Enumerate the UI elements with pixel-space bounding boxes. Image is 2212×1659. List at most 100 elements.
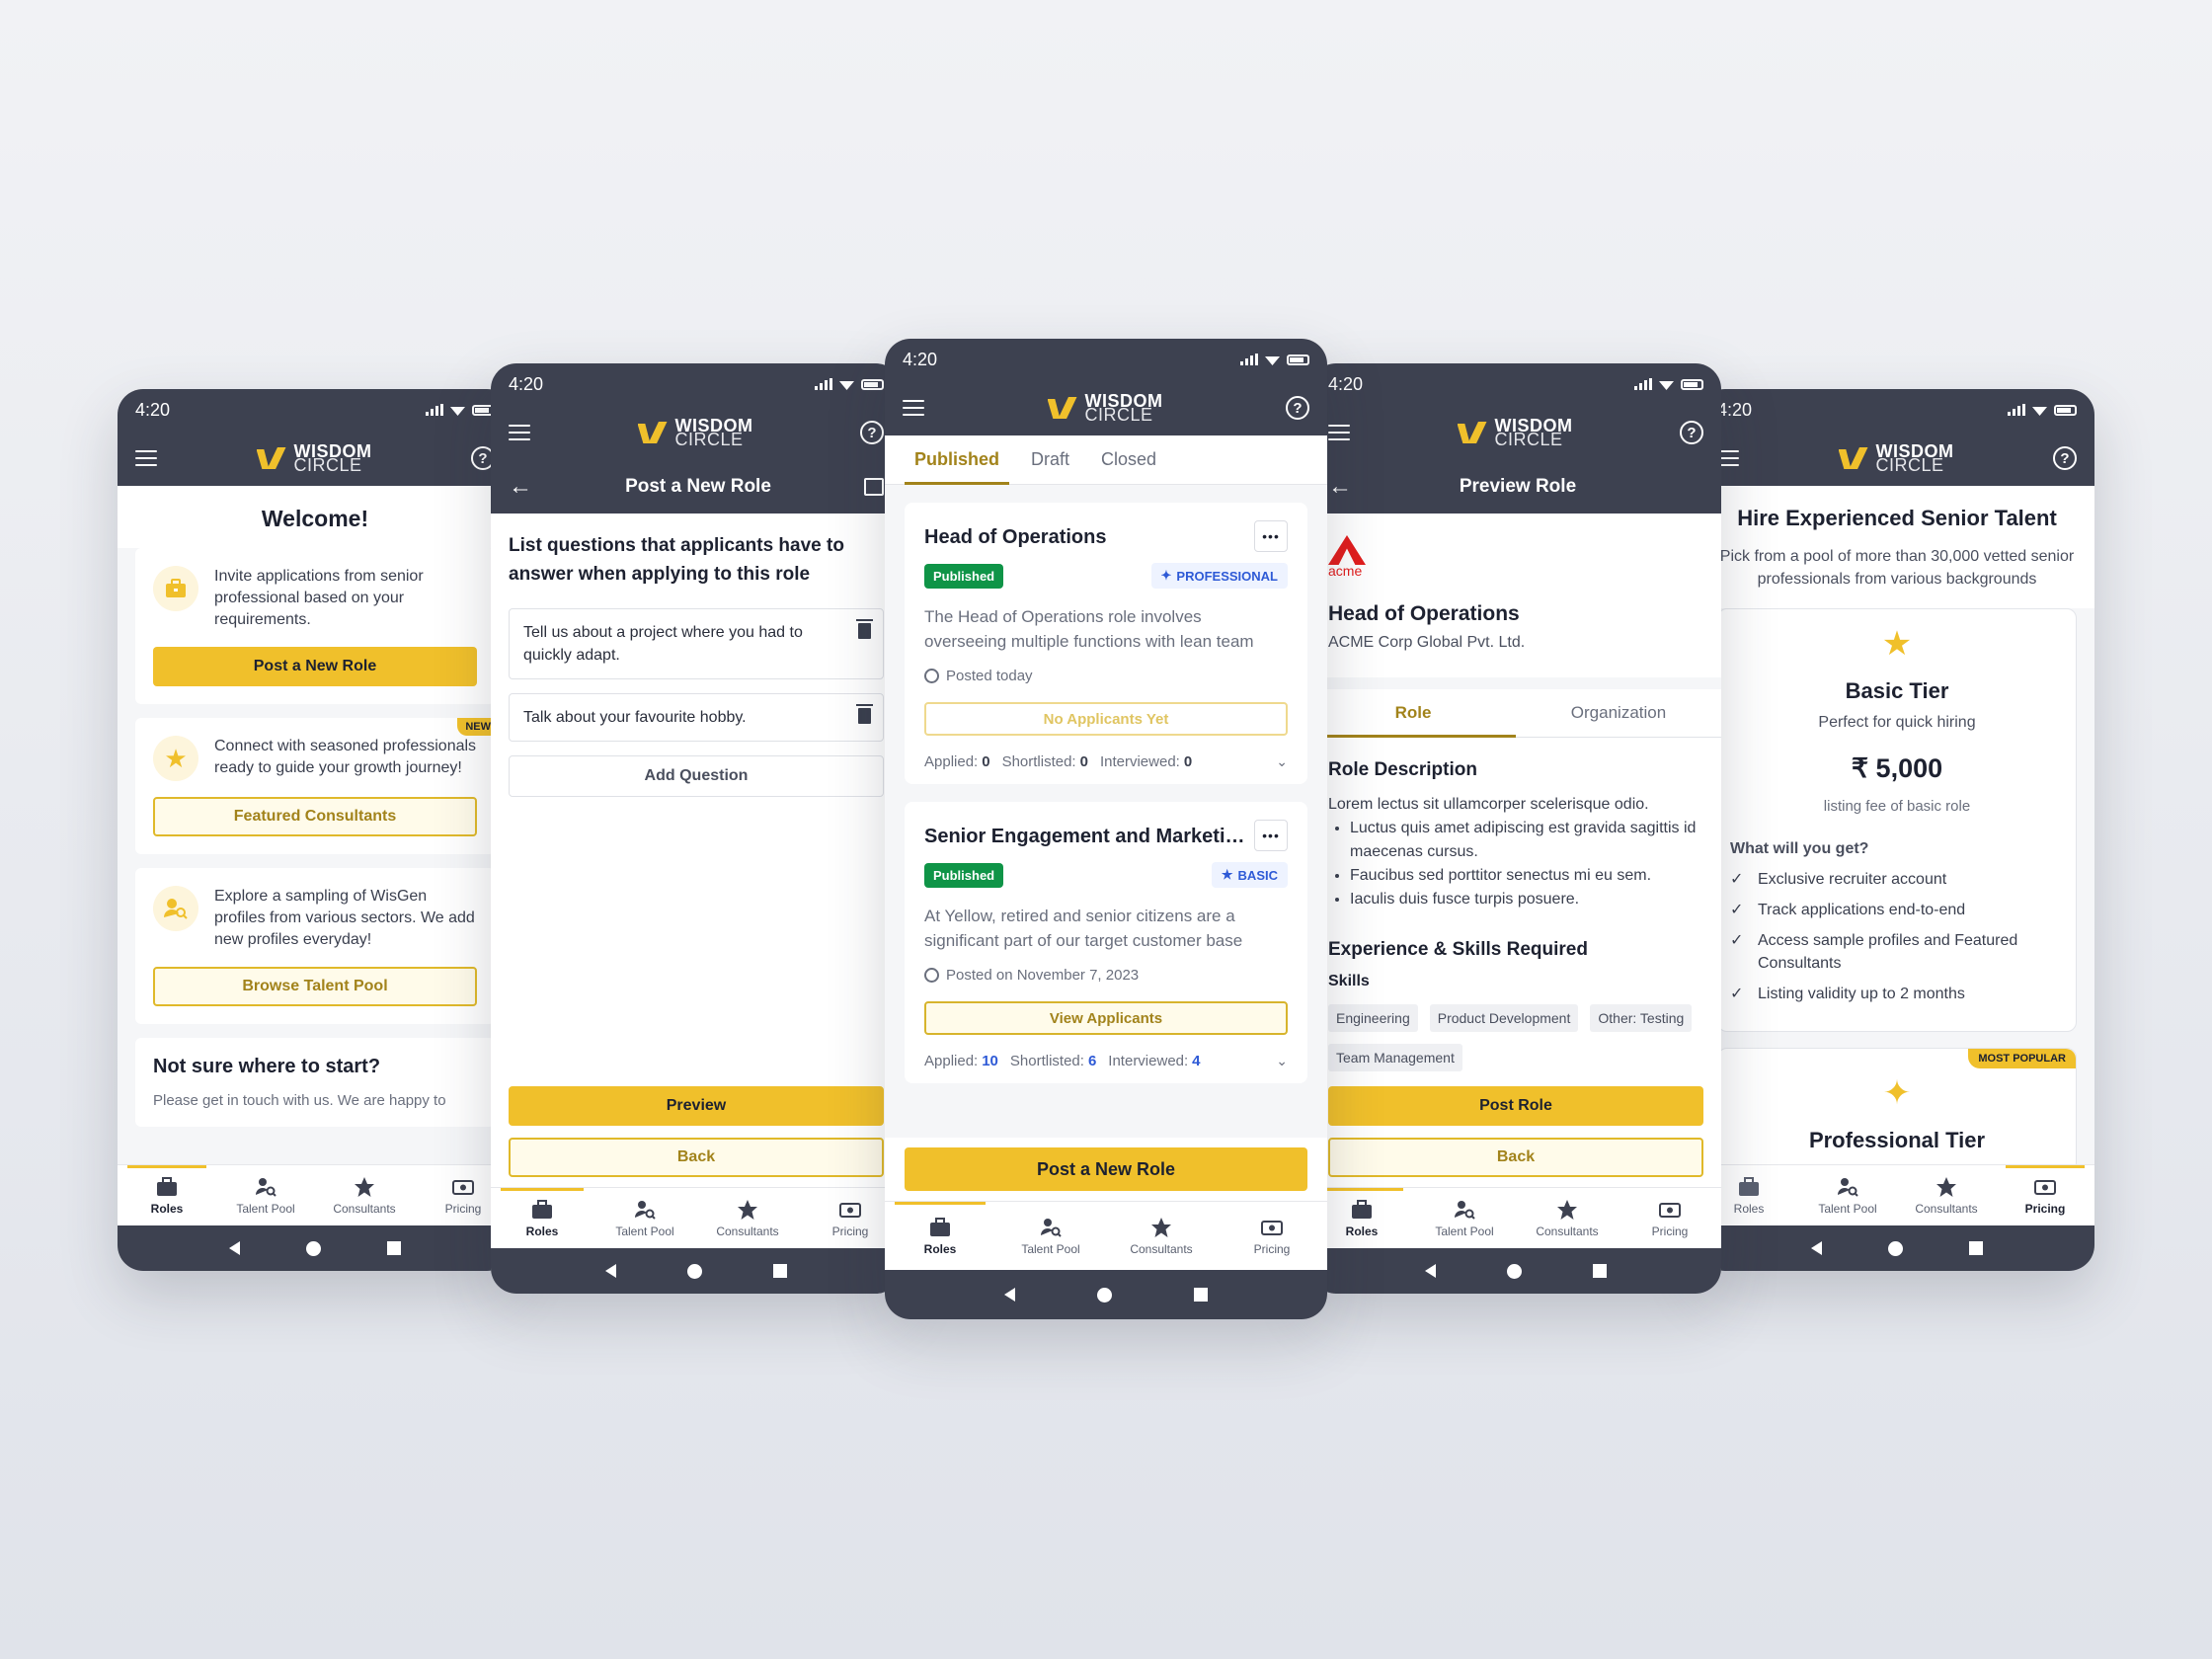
tab-role[interactable]: Role (1310, 689, 1516, 738)
trash-icon[interactable] (856, 619, 873, 639)
role-card[interactable]: Senior Engagement and Marketing ••• Publ… (905, 802, 1307, 1083)
back-icon[interactable] (1004, 1288, 1016, 1302)
list-icon[interactable] (863, 478, 884, 496)
back-arrow-icon[interactable]: ← (509, 473, 532, 501)
nav-consultants[interactable]: Consultants (1106, 1202, 1217, 1270)
trash-icon[interactable] (856, 704, 873, 724)
professional-tier-card[interactable]: MOST POPULAR ✦ Professional Tier (1717, 1048, 2077, 1164)
nav-roles[interactable]: Roles (491, 1188, 593, 1248)
recents-icon[interactable] (773, 1264, 787, 1278)
nav-pricing[interactable]: Pricing (1217, 1202, 1327, 1270)
nav-consultants[interactable]: Consultants (1516, 1188, 1619, 1248)
post-role-button[interactable]: Post Role (1328, 1086, 1703, 1126)
nav-label: Consultants (1915, 1201, 1978, 1216)
nav-pricing[interactable]: Pricing (1619, 1188, 1721, 1248)
more-options-icon[interactable]: ••• (1254, 520, 1288, 552)
question-field[interactable]: Tell us about a project where you had to… (509, 608, 884, 679)
back-icon[interactable] (1425, 1264, 1436, 1278)
user-search-icon (1838, 1177, 1858, 1197)
nav-consultants[interactable]: Consultants (1897, 1165, 1996, 1225)
help-icon[interactable]: ? (1680, 421, 1703, 444)
home-icon[interactable] (687, 1263, 702, 1279)
tab-organization[interactable]: Organization (1516, 689, 1721, 737)
logo-mark-icon (1839, 447, 1868, 469)
wifi-icon (450, 407, 465, 416)
tier-badge: ★ BASIC (1211, 862, 1288, 888)
recents-icon[interactable] (1593, 1264, 1607, 1278)
interviewed-stat: Interviewed: 4 (1108, 1053, 1201, 1069)
skill-tag: Product Development (1429, 1004, 1579, 1032)
tab-closed[interactable]: Closed (1085, 435, 1172, 484)
menu-icon[interactable] (509, 425, 530, 440)
app-bar: WISDOM CIRCLE ? (118, 431, 513, 486)
chevron-down-icon[interactable]: ⌄ (1276, 753, 1288, 770)
menu-icon[interactable] (903, 400, 924, 416)
nav-label: Talent Pool (615, 1224, 674, 1238)
view-applicants-button[interactable]: View Applicants (924, 1001, 1288, 1035)
bottom-nav: Roles Talent Pool Consultants Pricing (1699, 1164, 2094, 1225)
more-options-icon[interactable]: ••• (1254, 820, 1288, 851)
nav-talent-pool[interactable]: Talent Pool (995, 1202, 1106, 1270)
back-button[interactable]: Back (1328, 1138, 1703, 1177)
home-icon[interactable] (1507, 1263, 1522, 1279)
brand-line2: CIRCLE (1494, 430, 1563, 449)
recents-icon[interactable] (386, 1241, 401, 1255)
back-icon[interactable] (229, 1241, 241, 1255)
back-icon[interactable] (605, 1264, 616, 1278)
add-question-button[interactable]: Add Question (509, 755, 884, 797)
help-icon[interactable]: ? (1286, 396, 1309, 420)
nav-label: Talent Pool (1435, 1224, 1494, 1238)
nav-consultants[interactable]: Consultants (315, 1165, 414, 1225)
back-button[interactable]: Back (509, 1138, 884, 1177)
tab-draft[interactable]: Draft (1015, 435, 1085, 484)
status-time: 4:20 (1717, 399, 1753, 420)
questions-heading: List questions that applicants have to a… (491, 514, 902, 608)
nav-label: Talent Pool (1021, 1241, 1080, 1256)
posted-text: Posted on November 7, 2023 (946, 967, 1140, 984)
nav-consultants[interactable]: Consultants (696, 1188, 799, 1248)
star-icon (1151, 1217, 1171, 1237)
logo-mark-icon (1048, 397, 1077, 419)
home-icon[interactable] (1887, 1240, 1903, 1256)
back-arrow-icon[interactable]: ← (1328, 473, 1352, 501)
basic-tier-card[interactable]: ★ Basic Tier Perfect for quick hiring ₹ … (1717, 608, 2077, 1032)
logo-mark-icon (1458, 422, 1487, 443)
nav-talent-pool[interactable]: Talent Pool (216, 1165, 315, 1225)
nav-roles[interactable]: Roles (118, 1165, 216, 1225)
nav-talent-pool[interactable]: Talent Pool (593, 1188, 696, 1248)
briefcase-icon (532, 1199, 552, 1219)
help-icon[interactable]: ? (2053, 446, 2077, 470)
nav-roles[interactable]: Roles (885, 1202, 995, 1270)
posted-info: Posted today (924, 668, 1288, 684)
posted-text: Posted today (946, 668, 1033, 684)
question-field[interactable]: Talk about your favourite hobby. (509, 693, 884, 742)
talent-pool-card: Explore a sampling of WisGen profiles fr… (135, 868, 495, 1024)
chevron-down-icon[interactable]: ⌄ (1276, 1053, 1288, 1069)
home-icon[interactable] (1096, 1287, 1112, 1303)
section-title: Role Description (1328, 759, 1477, 780)
recents-icon[interactable] (1968, 1241, 1983, 1255)
menu-icon[interactable] (135, 450, 157, 466)
featured-consultants-button[interactable]: Featured Consultants (153, 797, 477, 836)
preview-button[interactable]: Preview (509, 1086, 884, 1126)
battery-icon (1681, 378, 1703, 390)
tab-published[interactable]: Published (899, 435, 1015, 485)
welcome-content: Welcome! Invite applications from senior… (118, 486, 513, 1164)
tier-price: ₹ 5,000 (1851, 753, 1943, 783)
page-title: Welcome! (118, 486, 513, 548)
nav-talent-pool[interactable]: Talent Pool (1413, 1188, 1516, 1248)
menu-icon[interactable] (1328, 425, 1350, 440)
nav-pricing[interactable]: Pricing (1996, 1165, 2094, 1225)
recents-icon[interactable] (1193, 1288, 1208, 1302)
help-section: Not sure where to start? Please get in t… (135, 1038, 495, 1127)
action-bar: Post Role Back (1310, 1074, 1721, 1187)
home-icon[interactable] (305, 1240, 321, 1256)
help-icon[interactable]: ? (860, 421, 884, 444)
post-role-button[interactable]: Post a New Role (905, 1147, 1307, 1191)
role-card[interactable]: Head of Operations ••• Published ✦ PROFESS… (905, 503, 1307, 784)
back-icon[interactable] (1811, 1241, 1823, 1255)
wifi-icon (1265, 356, 1280, 365)
post-role-button[interactable]: Post a New Role (153, 647, 477, 686)
nav-talent-pool[interactable]: Talent Pool (1798, 1165, 1897, 1225)
browse-talent-button[interactable]: Browse Talent Pool (153, 967, 477, 1006)
